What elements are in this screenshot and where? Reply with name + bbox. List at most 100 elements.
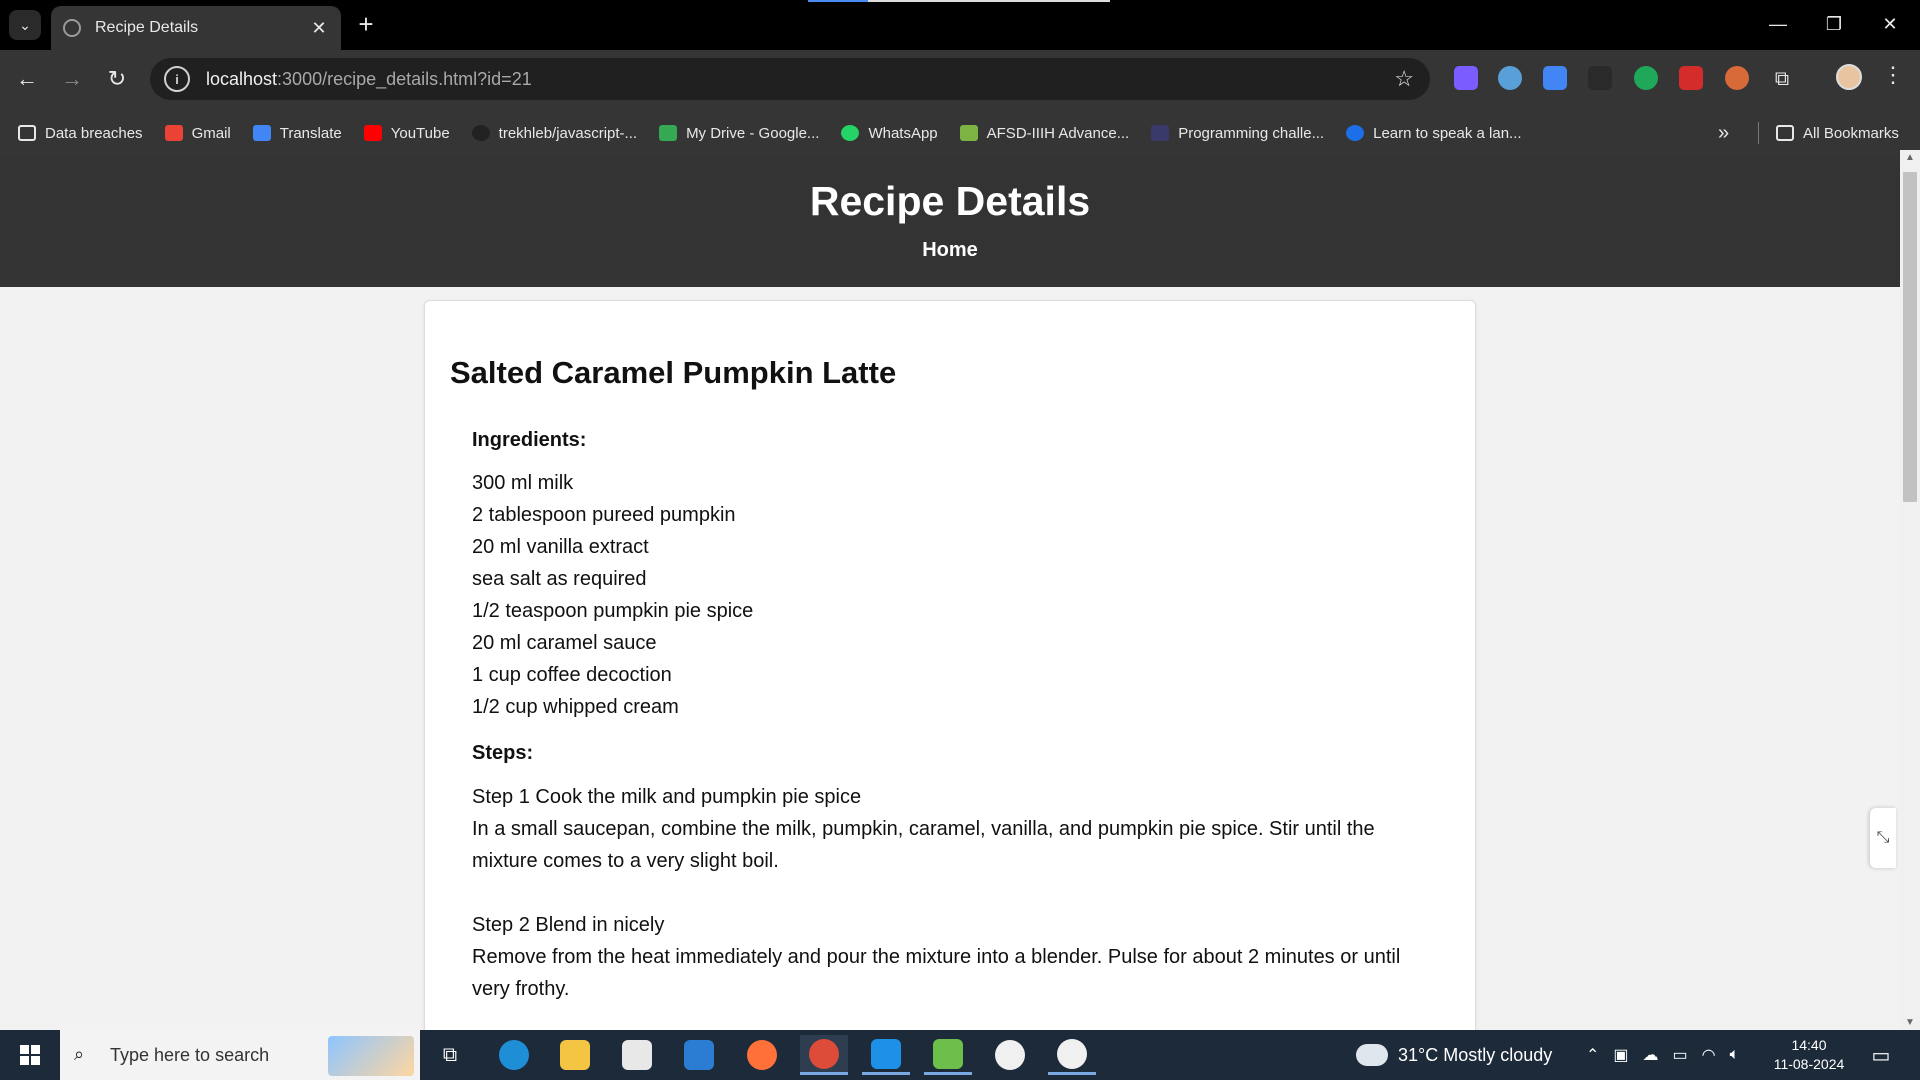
step-title: Step 1 Cook the milk and pumpkin pie spi… <box>472 786 862 808</box>
red-extension-icon[interactable] <box>1679 66 1703 90</box>
taskbar-vscode[interactable] <box>862 1035 910 1075</box>
taskbar-search-box[interactable]: ⌕ Type here to search <box>60 1030 420 1080</box>
vscode-icon <box>871 1038 901 1069</box>
bookmark-gmail[interactable]: Gmail <box>164 125 231 142</box>
all-bookmarks-button[interactable]: All Bookmarks <box>1776 110 1899 156</box>
site-info-icon[interactable]: i <box>164 66 190 92</box>
recorder-extension-icon[interactable] <box>1725 66 1749 90</box>
nav-home-link[interactable]: Home <box>922 239 978 262</box>
taskbar-mail[interactable] <box>675 1035 723 1075</box>
list-item: 300 ml milk <box>472 472 574 494</box>
wifi-icon[interactable]: ◠ <box>1702 1045 1716 1065</box>
back-button[interactable]: ← <box>9 62 45 96</box>
taskbar-file-explorer[interactable] <box>551 1035 599 1075</box>
list-item: 1/2 teaspoon pumpkin pie spice <box>472 600 754 622</box>
more-bookmarks-icon[interactable]: » <box>1718 110 1729 156</box>
taskbar-store[interactable] <box>613 1035 661 1075</box>
clock-time: 14:40 <box>1791 1037 1827 1053</box>
address-bar[interactable]: i localhost:3000/recipe_details.html?id=… <box>150 58 1430 100</box>
whatsapp-icon <box>841 125 860 141</box>
steps-heading: Steps: <box>472 742 534 764</box>
notification-icon[interactable]: ▭ <box>1866 1040 1896 1070</box>
close-window-button[interactable]: ✕ <box>1870 8 1910 40</box>
bookmark-whatsapp[interactable]: WhatsApp <box>841 125 938 142</box>
url-path: :3000/recipe_details.html?id=21 <box>277 68 532 89</box>
page-scrollbar[interactable]: ▲ ▼ <box>1900 150 1920 1030</box>
bookmark-translate[interactable]: Translate <box>252 125 342 142</box>
code-icon <box>1151 125 1170 141</box>
volume-icon[interactable]: 🔈︎ <box>1730 1046 1740 1064</box>
green-extension-icon[interactable] <box>1634 66 1658 90</box>
youtube-icon <box>363 125 382 141</box>
bookmark-my-drive[interactable]: My Drive - Google... <box>659 125 819 142</box>
weather-widget[interactable]: 31°C Mostly cloudy <box>1356 1030 1552 1080</box>
browser-toolbar: ← → ↻ i localhost:3000/recipe_details.ht… <box>0 50 1920 158</box>
windows-logo-icon <box>20 1045 40 1065</box>
bookmark-github[interactable]: trekhleb/javascript-... <box>471 125 637 142</box>
bookmark-star-icon[interactable]: ☆ <box>1394 66 1414 92</box>
site-header: Recipe Details Home <box>0 158 1900 287</box>
list-item: sea salt as required <box>472 568 647 590</box>
cloud-icon <box>1356 1040 1388 1066</box>
windows-taskbar: ⌕ Type here to search ⧉ 31°C Mostly clou… <box>0 1030 1920 1080</box>
bookmark-data-breaches[interactable]: Data breaches <box>18 125 143 142</box>
taskbar-firefox[interactable] <box>738 1035 786 1075</box>
system-tray: ⌃ ▣ ☁ ▭ ◠ 🔈︎ <box>1586 1030 1739 1080</box>
scroll-down-arrow-icon[interactable]: ▼ <box>1900 1017 1920 1028</box>
tab-recipe-details[interactable]: Recipe Details ✕ <box>51 6 341 50</box>
edge-icon <box>499 1040 529 1070</box>
firefox-icon <box>747 1040 777 1070</box>
task-view-button[interactable]: ⧉ <box>426 1035 474 1075</box>
taskbar-app-panda[interactable] <box>986 1035 1034 1075</box>
close-icon[interactable]: ✕ <box>309 18 329 39</box>
tab-strip: ⌄ Recipe Details ✕ + — ❐ ✕ <box>0 0 1920 50</box>
taskbar-edge[interactable] <box>490 1035 538 1075</box>
side-panel-handle-icon[interactable]: ⤡ <box>1870 808 1896 868</box>
taskbar-chrome[interactable] <box>800 1035 848 1075</box>
bookmark-learn-language[interactable]: Learn to speak a lan... <box>1346 125 1522 142</box>
docs-extension-icon[interactable] <box>1543 66 1567 90</box>
start-button[interactable] <box>0 1030 60 1080</box>
notepad-icon <box>933 1038 963 1069</box>
drive-icon <box>659 125 678 141</box>
meet-icon[interactable]: ▣ <box>1613 1045 1628 1065</box>
steps-list: Step 1 Cook the milk and pumpkin pie spi… <box>472 781 1432 1005</box>
scroll-up-arrow-icon[interactable]: ▲ <box>1900 152 1920 163</box>
search-placeholder: Type here to search <box>110 1044 270 1065</box>
chrome-icon <box>809 1038 839 1069</box>
chevron-up-icon[interactable]: ⌃ <box>1586 1045 1599 1065</box>
battery-icon[interactable]: ▭ <box>1673 1045 1688 1065</box>
search-highlight-image <box>328 1036 414 1076</box>
list-item: 20 ml caramel sauce <box>472 632 657 654</box>
list-item: 2 tablespoon pureed pumpkin <box>472 504 736 526</box>
taskbar-notepad[interactable] <box>924 1035 972 1075</box>
scrollbar-thumb[interactable] <box>1903 172 1917 502</box>
search-icon: ⌕ <box>74 1044 85 1064</box>
clock[interactable]: 14:40 11-08-2024 <box>1764 1036 1854 1074</box>
dark-extension-icon[interactable] <box>1588 66 1612 90</box>
extensions-puzzle-icon[interactable]: ⧉ <box>1764 62 1800 96</box>
avatar[interactable] <box>1836 64 1862 90</box>
clock-extension-icon[interactable] <box>1498 66 1522 90</box>
more-menu-icon[interactable]: ⋮ <box>1882 62 1904 88</box>
forward-button[interactable]: → <box>54 62 90 96</box>
bookmark-programming[interactable]: Programming challe... <box>1151 125 1324 142</box>
list-item: 1 cup coffee decoction <box>472 664 672 686</box>
extension-icon[interactable] <box>1454 66 1478 90</box>
step-text: In a small saucepan, combine the milk, p… <box>472 818 1375 872</box>
onedrive-icon[interactable]: ☁ <box>1643 1045 1659 1065</box>
bookmark-afsd[interactable]: AFSD-IIIH Advance... <box>959 125 1129 142</box>
gmail-icon <box>164 125 183 141</box>
tab-search-button[interactable]: ⌄ <box>9 10 41 40</box>
restore-button[interactable]: ❐ <box>1814 8 1854 40</box>
page-title: Recipe Details <box>809 178 1091 224</box>
github-icon <box>471 125 490 141</box>
reload-button[interactable]: ↻ <box>99 62 135 96</box>
minimize-button[interactable]: — <box>1758 8 1798 40</box>
new-tab-button[interactable]: + <box>352 9 380 39</box>
recipe-name: Salted Caramel Pumpkin Latte <box>450 355 897 390</box>
bookmark-youtube[interactable]: YouTube <box>363 125 450 142</box>
taskbar-app-panda-2[interactable] <box>1048 1035 1096 1075</box>
url-host: localhost <box>206 68 278 89</box>
translate-icon <box>252 125 271 141</box>
